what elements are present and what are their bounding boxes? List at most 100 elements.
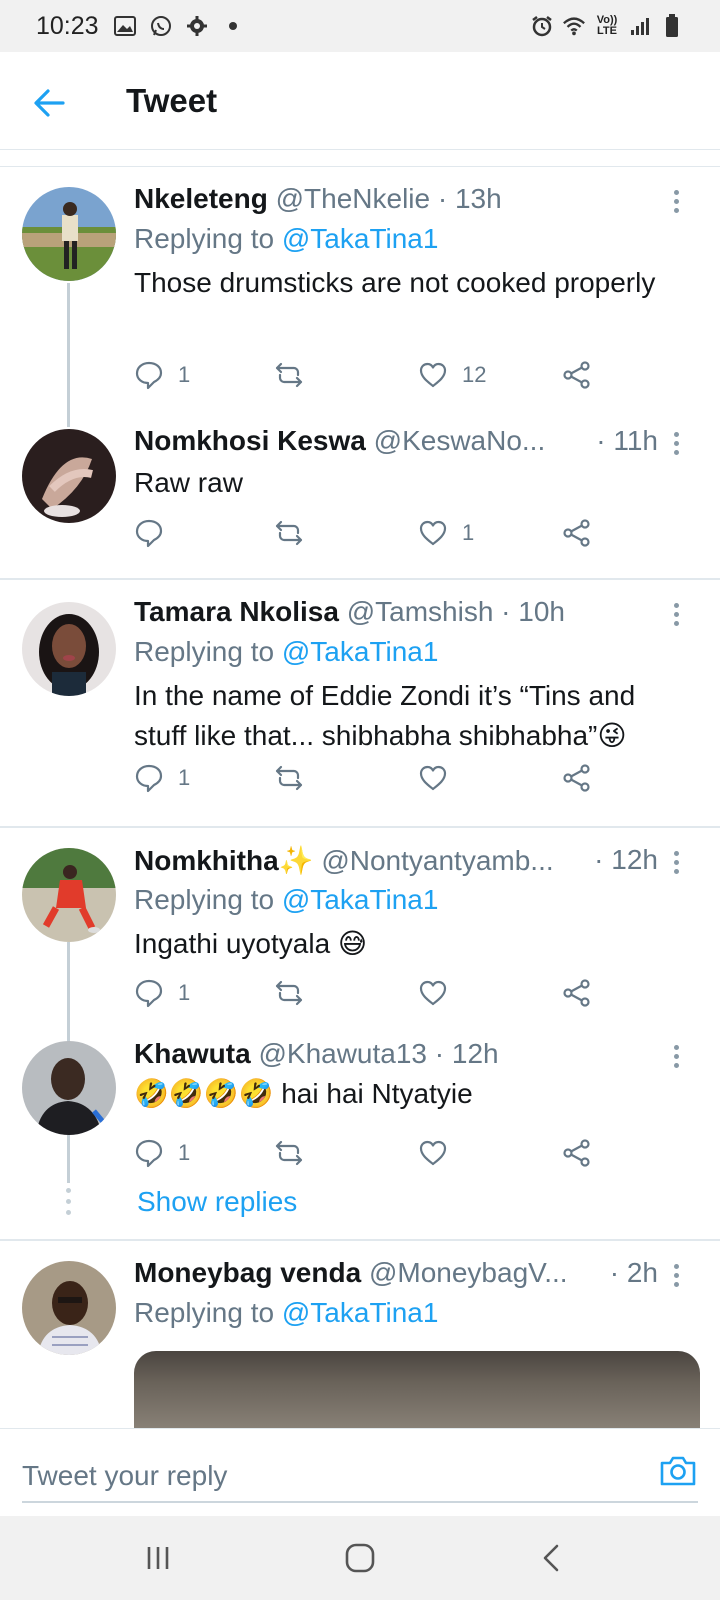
retweet-button[interactable] xyxy=(274,1133,304,1173)
reply-button[interactable]: 1 xyxy=(134,973,190,1013)
author-name[interactable]: Khawuta xyxy=(134,1038,251,1069)
author-handle[interactable]: @Khawuta13 xyxy=(258,1038,427,1069)
show-replies-link[interactable]: Show replies xyxy=(137,1186,297,1218)
author-handle[interactable]: @MoneybagV... xyxy=(369,1257,568,1288)
tweet-3[interactable]: Tamara Nkolisa @Tamshish · 10h Replying … xyxy=(0,580,720,820)
avatar-nkeleteng[interactable] xyxy=(22,187,116,281)
tweet-text: Ingathi uyotyala 😅 xyxy=(134,928,368,959)
heart-icon xyxy=(419,520,447,546)
reply-button[interactable]: 1 xyxy=(134,758,190,798)
reply-button[interactable] xyxy=(134,513,178,553)
avatar-tamara[interactable] xyxy=(22,602,116,696)
like-button[interactable]: 1 xyxy=(418,513,474,553)
share-button[interactable] xyxy=(562,1133,592,1173)
reply-icon xyxy=(135,1139,163,1168)
share-button[interactable] xyxy=(562,513,592,553)
avatar-nomkhosi[interactable] xyxy=(22,429,116,523)
share-button[interactable] xyxy=(562,355,592,395)
alarm-icon xyxy=(530,14,554,38)
tweet-text: Those drumsticks are not cooked properly xyxy=(134,267,656,298)
tweet-header: Nkeleteng @TheNkelie · 13h xyxy=(134,183,674,215)
like-button[interactable] xyxy=(418,973,462,1013)
status-bar: 10:23 Vo)) LTE xyxy=(0,0,720,52)
more-options-button[interactable] xyxy=(664,844,688,880)
mention-link[interactable]: @TakaTina1 xyxy=(282,884,439,915)
share-icon xyxy=(563,764,590,792)
tweet-actions: 1 xyxy=(134,973,614,1013)
retweet-button[interactable] xyxy=(274,355,304,395)
avatar-khawuta[interactable] xyxy=(22,1041,116,1135)
replying-prefix: Replying to xyxy=(134,223,275,254)
reply-bar xyxy=(0,1428,720,1516)
share-button[interactable] xyxy=(562,973,592,1013)
media-image[interactable] xyxy=(134,1351,700,1428)
like-button[interactable] xyxy=(418,1133,462,1173)
retweet-icon xyxy=(275,1140,303,1166)
more-options-button[interactable] xyxy=(664,425,688,461)
mention-link[interactable]: @TakaTina1 xyxy=(282,1297,439,1328)
retweet-button[interactable] xyxy=(274,758,304,798)
share-icon xyxy=(563,1139,590,1167)
more-options-button[interactable] xyxy=(664,1038,688,1074)
status-time: 10:23 xyxy=(36,11,99,40)
replying-prefix: Replying to xyxy=(134,636,275,667)
tweet-header: Khawuta @Khawuta13 · 12h xyxy=(134,1038,674,1070)
tweet-age: · 2h xyxy=(609,1257,658,1288)
avatar-moneybag[interactable] xyxy=(22,1261,116,1355)
author-name[interactable]: Nkeleteng xyxy=(134,183,268,214)
notification-dot-icon xyxy=(221,14,245,38)
tweet-6[interactable]: Moneybag venda @MoneybagV... · 2h Replyi… xyxy=(0,1241,720,1428)
home-button[interactable] xyxy=(338,1536,382,1580)
reply-count: 1 xyxy=(178,980,191,1005)
share-icon xyxy=(563,979,590,1007)
author-handle[interactable]: @Nontyantyamb... xyxy=(321,845,553,876)
reply-button[interactable]: 1 xyxy=(134,355,190,395)
author-handle[interactable]: @Tamshish xyxy=(347,596,494,627)
mention-link[interactable]: @TakaTina1 xyxy=(282,223,439,254)
like-button[interactable]: 12 xyxy=(418,355,486,395)
system-back-button[interactable] xyxy=(530,1536,574,1580)
tweet-2[interactable]: Nomkhosi Keswa @KeswaNo... · 11h Raw raw… xyxy=(0,407,720,567)
wifi-icon xyxy=(562,14,586,38)
author-name[interactable]: Nomkhosi Keswa xyxy=(134,425,366,456)
more-options-button[interactable] xyxy=(664,1257,688,1293)
reply-button[interactable]: 1 xyxy=(134,1133,190,1173)
replies-feed[interactable]: Nkeleteng @TheNkelie · 13h Replying to @… xyxy=(0,166,720,1428)
share-button[interactable] xyxy=(562,758,592,798)
author-name[interactable]: Nomkhitha✨ xyxy=(134,845,314,876)
tweet-age: · 10h xyxy=(501,596,565,627)
avatar-nomkhitha[interactable] xyxy=(22,848,116,942)
retweet-icon xyxy=(275,520,303,546)
tweet-1[interactable]: Nkeleteng @TheNkelie · 13h Replying to @… xyxy=(0,167,720,427)
more-options-button[interactable] xyxy=(664,596,688,632)
author-handle[interactable]: @KeswaNo... xyxy=(374,425,546,456)
share-icon xyxy=(563,361,590,389)
more-options-button[interactable] xyxy=(664,183,688,219)
network-type-label: Vo)) LTE xyxy=(596,14,618,37)
replying-to: Replying to @TakaTina1 xyxy=(134,223,438,255)
camera-button[interactable] xyxy=(658,1451,698,1491)
recent-apps-button[interactable] xyxy=(136,1536,180,1580)
gallery-icon xyxy=(113,14,137,38)
system-nav-bar xyxy=(0,1516,720,1600)
back-button[interactable] xyxy=(26,80,72,126)
tweet-5[interactable]: Khawuta @Khawuta13 · 12h 🤣🤣🤣🤣 hai hai Nt… xyxy=(0,1038,720,1238)
heart-icon xyxy=(419,362,447,388)
like-button[interactable] xyxy=(418,758,462,798)
settings-icon xyxy=(185,14,209,38)
retweet-button[interactable] xyxy=(274,973,304,1013)
replying-to: Replying to @TakaTina1 xyxy=(134,1297,438,1329)
whatsapp-icon xyxy=(149,14,173,38)
mention-link[interactable]: @TakaTina1 xyxy=(282,636,439,667)
page-title: Tweet xyxy=(126,82,218,119)
author-name[interactable]: Moneybag venda xyxy=(134,1257,361,1288)
tweet-reply-input[interactable] xyxy=(22,1443,698,1503)
thread-continuation-dots xyxy=(66,1188,71,1221)
signal-icon xyxy=(628,14,652,38)
author-handle[interactable]: @TheNkelie xyxy=(276,183,430,214)
reply-count: 1 xyxy=(178,1140,191,1165)
author-name[interactable]: Tamara Nkolisa xyxy=(134,596,339,627)
tweet-4[interactable]: Nomkhitha✨ @Nontyantyamb... · 12h Replyi… xyxy=(0,828,720,1058)
retweet-button[interactable] xyxy=(274,513,304,553)
reply-count: 1 xyxy=(178,765,191,790)
